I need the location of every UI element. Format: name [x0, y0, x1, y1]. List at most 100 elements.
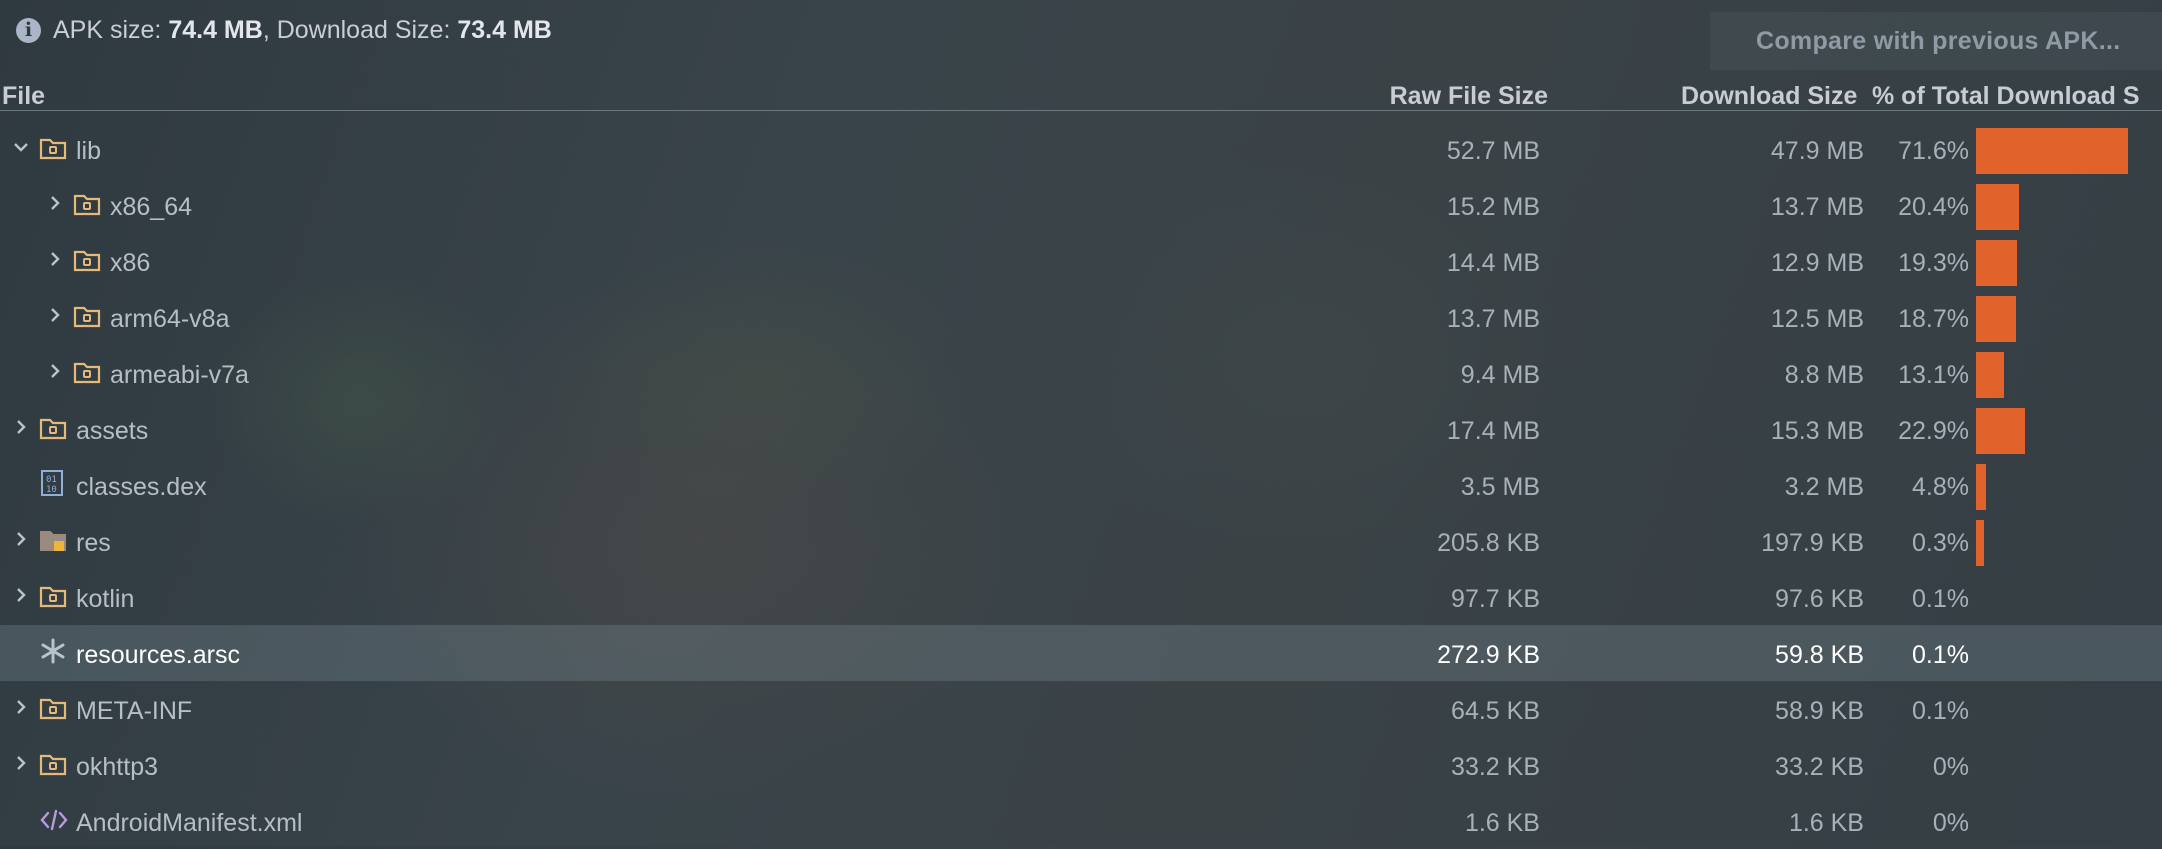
chevron-right-icon[interactable]	[10, 415, 32, 439]
chevron-right-icon[interactable]	[10, 527, 32, 551]
percent-of-total: 0%	[1932, 809, 1969, 837]
table-row[interactable]: x86_64 15.2 MB 13.7 MB 20.4%	[0, 177, 2162, 233]
chevron-right-icon[interactable]	[44, 359, 66, 383]
percent-bar	[1976, 184, 2019, 230]
chevron-right-icon[interactable]	[10, 695, 32, 719]
percent-of-total: 0.1%	[1912, 697, 1969, 725]
xml-file-icon	[39, 807, 68, 833]
download-size-value: 73.4 MB	[457, 15, 552, 44]
folder-icon	[73, 247, 101, 273]
column-header-raw-size[interactable]: Raw File Size	[1390, 82, 1548, 111]
file-name: classes.dex	[76, 473, 207, 501]
file-name: META-INF	[76, 697, 193, 725]
file-name: x86	[110, 249, 151, 277]
toolbar: i APK size: 74.4 MB, Download Size: 73.4…	[0, 0, 2162, 70]
download-size: 13.7 MB	[1770, 193, 1864, 221]
download-size: 47.9 MB	[1770, 137, 1864, 165]
file-name: lib	[76, 137, 102, 165]
percent-bar	[1976, 352, 2004, 398]
chevron-right-icon[interactable]	[44, 303, 66, 327]
chevron-right-icon[interactable]	[44, 247, 66, 271]
percent-of-total: 22.9%	[1898, 417, 1969, 445]
raw-file-size: 205.8 KB	[1437, 529, 1540, 557]
file-name: arm64-v8a	[110, 305, 230, 333]
download-size: 97.6 KB	[1775, 585, 1864, 613]
table-row[interactable]: x86 14.4 MB 12.9 MB 19.3%	[0, 233, 2162, 289]
table-row[interactable]: AndroidManifest.xml 1.6 KB 1.6 KB 0%	[0, 793, 2162, 849]
download-size: 59.8 KB	[1775, 641, 1864, 669]
file-name: res	[76, 529, 111, 557]
raw-file-size: 272.9 KB	[1437, 641, 1540, 669]
download-size: 3.2 MB	[1784, 473, 1864, 501]
compare-with-previous-apk-button[interactable]: Compare with previous APK...	[1710, 12, 2162, 70]
percent-of-total: 0.1%	[1912, 585, 1969, 613]
table-row[interactable]: resources.arsc 272.9 KB 59.8 KB 0.1%	[0, 625, 2162, 681]
info-icon: i	[16, 17, 41, 43]
table-row[interactable]: 01 10 classes.dex 3.5 MB 3.2 MB 4.8%	[0, 457, 2162, 513]
folder-icon	[73, 359, 101, 385]
file-name: x86_64	[110, 193, 193, 221]
svg-text:10: 10	[46, 485, 57, 495]
chevron-right-icon[interactable]	[10, 751, 32, 775]
download-size: 12.9 MB	[1770, 249, 1864, 277]
table-row[interactable]: META-INF 64.5 KB 58.9 KB 0.1%	[0, 681, 2162, 737]
raw-file-size: 14.4 MB	[1446, 249, 1540, 277]
percent-of-total: 20.4%	[1898, 193, 1969, 221]
column-header-file[interactable]: File	[2, 82, 45, 111]
percent-bar	[1976, 296, 2016, 342]
raw-file-size: 64.5 KB	[1451, 697, 1540, 725]
svg-text:01: 01	[46, 475, 57, 485]
column-header-percent[interactable]: % of Total Download S	[1872, 82, 2140, 111]
folder-icon	[39, 695, 67, 721]
raw-file-size: 52.7 MB	[1446, 137, 1540, 165]
download-size: 15.3 MB	[1770, 417, 1864, 445]
dex-file-icon: 01 10	[39, 469, 67, 496]
percent-bar	[1976, 464, 1986, 510]
resource-table-icon	[39, 637, 67, 664]
apk-size-label: APK size:	[53, 15, 162, 44]
folder-icon	[39, 751, 67, 777]
table-row[interactable]: lib 52.7 MB 47.9 MB 71.6%	[0, 121, 2162, 177]
table-header: File Raw File Size Download Size % of To…	[0, 80, 2162, 111]
folder-icon	[39, 135, 67, 161]
folder-icon	[39, 415, 67, 441]
raw-file-size: 97.7 KB	[1451, 585, 1540, 613]
download-size: 197.9 KB	[1761, 529, 1864, 557]
table-row[interactable]: okhttp3 33.2 KB 33.2 KB 0%	[0, 737, 2162, 793]
percent-of-total: 18.7%	[1898, 305, 1969, 333]
folder-icon	[73, 191, 101, 217]
download-size-label: , Download Size:	[262, 15, 451, 44]
percent-of-total: 19.3%	[1898, 249, 1969, 277]
table-row[interactable]: assets 17.4 MB 15.3 MB 22.9%	[0, 401, 2162, 457]
download-size: 8.8 MB	[1784, 361, 1864, 389]
download-size: 58.9 KB	[1775, 697, 1864, 725]
file-name: AndroidManifest.xml	[76, 809, 303, 837]
table-row[interactable]: res 205.8 KB 197.9 KB 0.3%	[0, 513, 2162, 569]
raw-file-size: 1.6 KB	[1464, 809, 1540, 837]
raw-file-size: 33.2 KB	[1451, 753, 1540, 781]
percent-bar	[1976, 408, 2025, 454]
chevron-right-icon[interactable]	[44, 191, 66, 215]
file-name: armeabi-v7a	[110, 361, 249, 389]
download-size: 12.5 MB	[1770, 305, 1864, 333]
file-name: resources.arsc	[76, 641, 240, 669]
percent-of-total: 71.6%	[1898, 137, 1969, 165]
raw-file-size: 15.2 MB	[1446, 193, 1540, 221]
table-row[interactable]: kotlin 97.7 KB 97.6 KB 0.1%	[0, 569, 2162, 625]
download-size: 33.2 KB	[1775, 753, 1864, 781]
percent-of-total: 13.1%	[1898, 361, 1969, 389]
percent-bar	[1976, 128, 2128, 174]
apk-size-value: 74.4 MB	[168, 15, 263, 44]
raw-file-size: 3.5 MB	[1460, 473, 1540, 501]
percent-of-total: 0%	[1932, 753, 1969, 781]
table-row[interactable]: arm64-v8a 13.7 MB 12.5 MB 18.7%	[0, 289, 2162, 345]
percent-of-total: 0.3%	[1912, 529, 1969, 557]
column-header-download-size[interactable]: Download Size	[1681, 82, 1857, 111]
chevron-down-icon[interactable]	[10, 135, 32, 159]
chevron-right-icon[interactable]	[10, 583, 32, 607]
percent-of-total: 0.1%	[1912, 641, 1969, 669]
raw-file-size: 9.4 MB	[1460, 361, 1540, 389]
table-row[interactable]: armeabi-v7a 9.4 MB 8.8 MB 13.1%	[0, 345, 2162, 401]
file-name: kotlin	[76, 585, 135, 613]
raw-file-size: 13.7 MB	[1446, 305, 1540, 333]
